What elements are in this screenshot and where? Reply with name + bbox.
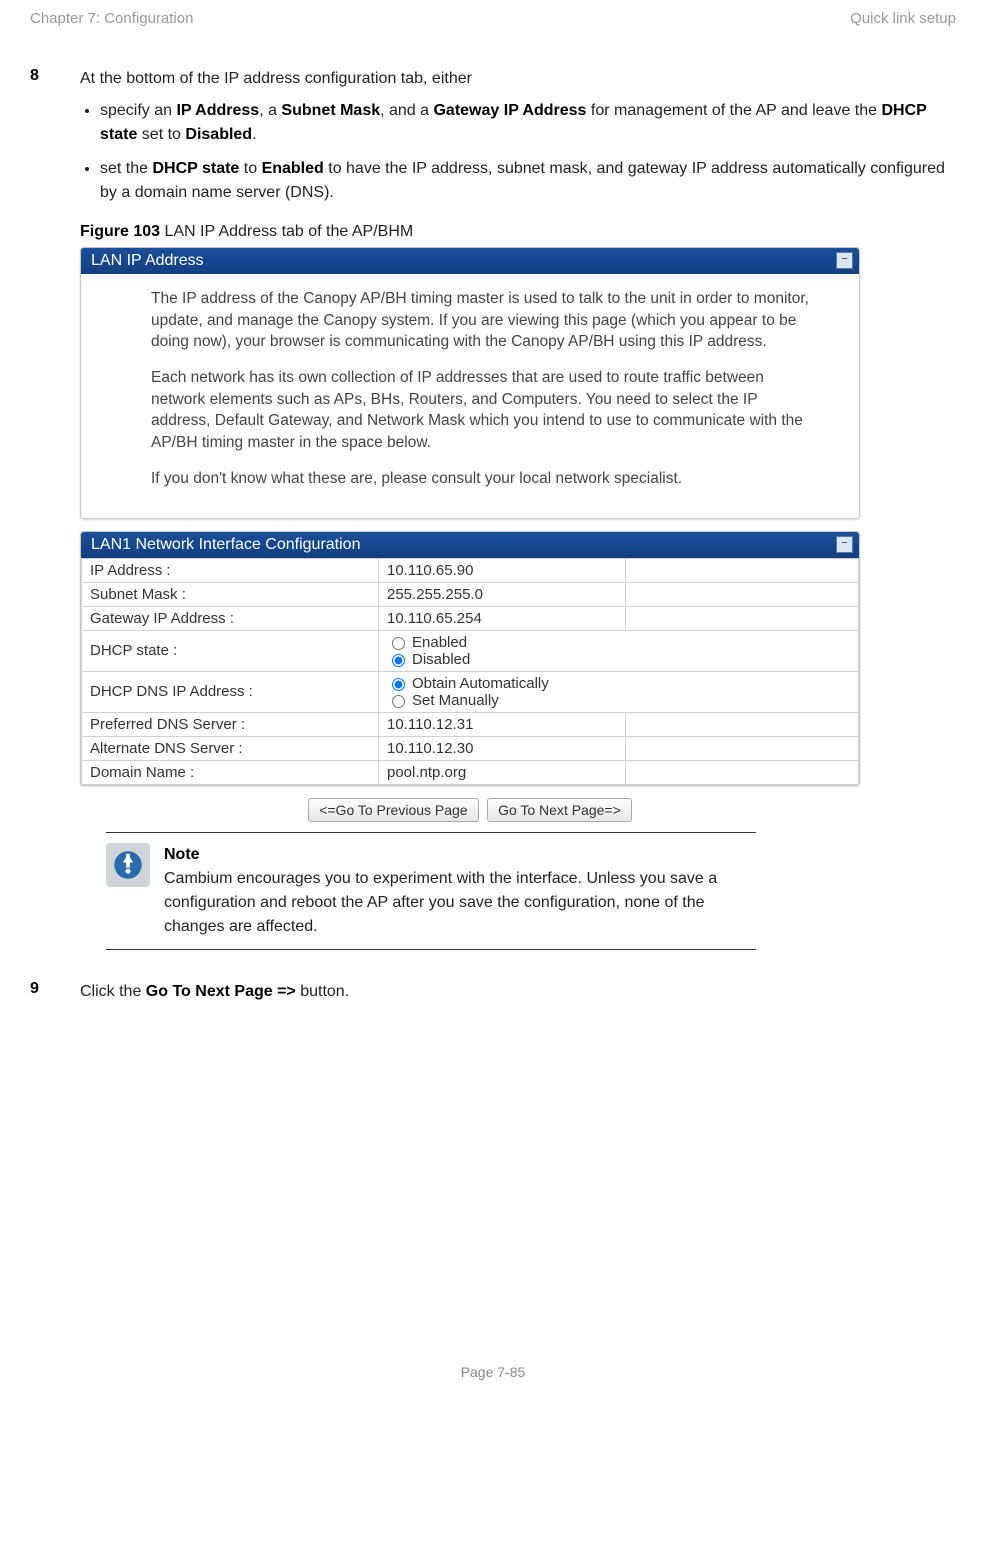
page-footer: Page 7-85 bbox=[30, 1364, 956, 1380]
ip-address-field[interactable] bbox=[387, 562, 617, 579]
pref-dns-label: Preferred DNS Server : bbox=[82, 712, 379, 736]
next-page-button[interactable]: Go To Next Page=> bbox=[487, 798, 632, 822]
dhcp-disabled-label: Disabled bbox=[412, 651, 470, 668]
dns-auto-radio[interactable] bbox=[392, 678, 405, 691]
panel-lan1-config: LAN1 Network Interface Configuration − I… bbox=[80, 531, 860, 786]
dhcp-enabled-label: Enabled bbox=[412, 634, 467, 651]
panel-title-lan1-config: LAN1 Network Interface Configuration bbox=[91, 536, 360, 553]
dns-auto-label: Obtain Automatically bbox=[412, 675, 549, 692]
step-8-number: 8 bbox=[30, 67, 80, 215]
pref-dns-field[interactable] bbox=[387, 716, 617, 733]
ip-address-label: IP Address : bbox=[82, 558, 379, 582]
step-9-number: 9 bbox=[30, 980, 80, 1004]
figure-caption: LAN IP Address tab of the AP/BHM bbox=[160, 223, 413, 240]
subnet-mask-field[interactable] bbox=[387, 586, 617, 603]
header-left: Chapter 7: Configuration bbox=[30, 10, 193, 27]
dns-manual-label: Set Manually bbox=[412, 692, 499, 709]
panel1-para-1: The IP address of the Canopy AP/BH timin… bbox=[151, 288, 819, 353]
step-9-post: button. bbox=[296, 983, 349, 1000]
domain-name-label: Domain Name : bbox=[82, 760, 379, 784]
table-row: Subnet Mask : bbox=[82, 582, 859, 606]
table-row: Preferred DNS Server : bbox=[82, 712, 859, 736]
table-row: IP Address : bbox=[82, 558, 859, 582]
step-8-bullet-1: specify an IP Address, a Subnet Mask, an… bbox=[100, 99, 956, 147]
step-8-bullet-2: set the DHCP state to Enabled to have th… bbox=[100, 157, 956, 205]
dhcp-dns-label: DHCP DNS IP Address : bbox=[82, 671, 379, 712]
domain-name-field[interactable] bbox=[387, 764, 617, 781]
table-row: Alternate DNS Server : bbox=[82, 736, 859, 760]
subnet-mask-label: Subnet Mask : bbox=[82, 582, 379, 606]
step-9-bold: Go To Next Page => bbox=[146, 983, 296, 1000]
gateway-ip-label: Gateway IP Address : bbox=[82, 606, 379, 630]
step-9-pre: Click the bbox=[80, 983, 146, 1000]
note-body: Cambium encourages you to experiment wit… bbox=[164, 867, 756, 939]
alt-dns-label: Alternate DNS Server : bbox=[82, 736, 379, 760]
divider bbox=[106, 832, 756, 833]
collapse-icon[interactable]: − bbox=[836, 252, 853, 269]
divider bbox=[106, 949, 756, 950]
prev-page-button[interactable]: <=Go To Previous Page bbox=[308, 798, 478, 822]
figure-label: Figure 103 bbox=[80, 223, 160, 240]
panel-lan-ip-address: LAN IP Address − The IP address of the C… bbox=[80, 247, 860, 519]
dhcp-disabled-radio[interactable] bbox=[392, 654, 405, 667]
gateway-ip-field[interactable] bbox=[387, 610, 617, 627]
dhcp-enabled-radio[interactable] bbox=[392, 637, 405, 650]
collapse-icon[interactable]: − bbox=[836, 536, 853, 553]
note-info-icon bbox=[106, 843, 150, 887]
alt-dns-field[interactable] bbox=[387, 740, 617, 757]
table-row: DHCP DNS IP Address : Obtain Automatical… bbox=[82, 671, 859, 712]
panel-title-lan-ip: LAN IP Address bbox=[91, 252, 204, 269]
panel1-para-2: Each network has its own collection of I… bbox=[151, 367, 819, 454]
panel1-para-3: If you don't know what these are, please… bbox=[151, 468, 819, 490]
step-8-intro: At the bottom of the IP address configur… bbox=[80, 70, 472, 87]
table-row: Gateway IP Address : bbox=[82, 606, 859, 630]
dhcp-state-label: DHCP state : bbox=[82, 630, 379, 671]
dns-manual-radio[interactable] bbox=[392, 695, 405, 708]
table-row: DHCP state : Enabled Disabled bbox=[82, 630, 859, 671]
header-right: Quick link setup bbox=[850, 10, 956, 27]
note-title: Note bbox=[164, 843, 756, 867]
table-row: Domain Name : bbox=[82, 760, 859, 784]
